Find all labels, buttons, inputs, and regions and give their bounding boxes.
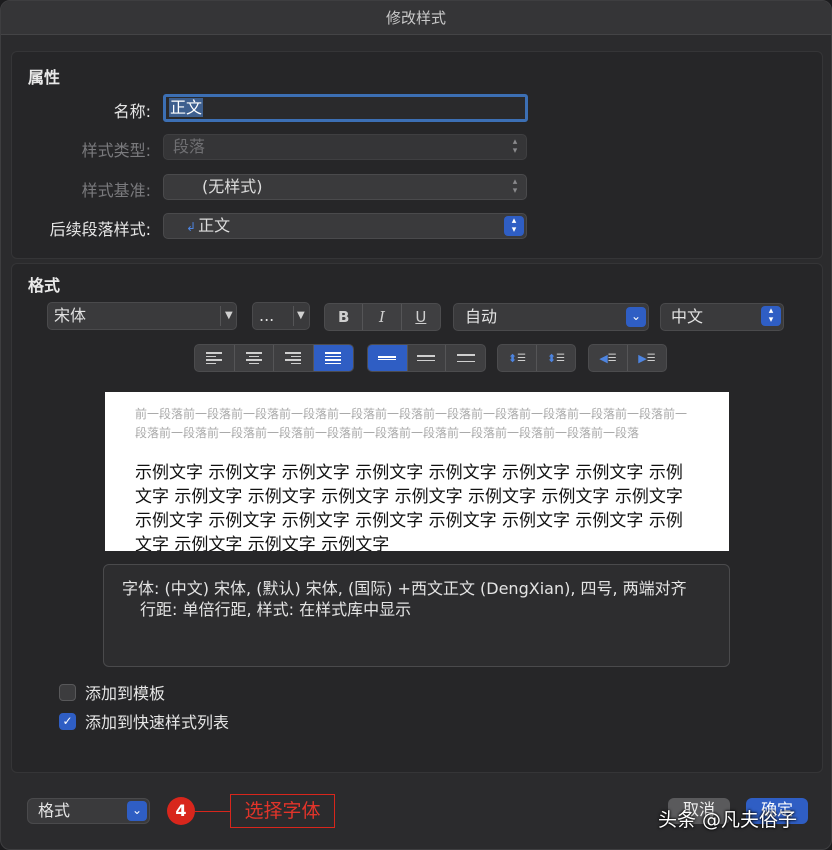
- dropdown-arrow-icon[interactable]: ▼: [297, 303, 305, 329]
- name-label: 名称:: [113, 102, 151, 121]
- bold-button[interactable]: B: [325, 304, 364, 330]
- one-half-spacing-icon: [417, 355, 436, 361]
- font-color-value: 自动: [465, 307, 498, 326]
- description-line-1: 字体: (中文) 宋体, (默认) 宋体, (国际) +西文正文 (DengXi…: [122, 579, 687, 598]
- add-to-quick-styles-label: 添加到快速样式列表: [85, 713, 230, 732]
- increase-paragraph-spacing-button[interactable]: ⬍ ☰: [498, 345, 537, 371]
- annotation-label: 选择字体: [230, 794, 335, 828]
- paragraph-spacing-buttons: ⬍ ☰ ⬍ ☰: [497, 344, 576, 372]
- font-color-select[interactable]: 自动 ⌄: [453, 303, 649, 331]
- outdent-icon: ◀: [599, 351, 608, 365]
- add-to-quick-styles-checkbox[interactable]: ✓ 添加到快速样式列表: [59, 709, 229, 733]
- updown-chevron-icon: ▴ ▾: [512, 177, 518, 196]
- chevron-down-icon: ⌄: [127, 801, 147, 821]
- dropdown-arrow-icon[interactable]: ▼: [225, 303, 233, 329]
- next-style-select[interactable]: ↲ 正文 ▴ ▾: [163, 213, 527, 239]
- next-style-label: 后续段落样式:: [49, 220, 151, 239]
- indent-icon: ▶: [638, 351, 647, 365]
- format-section-title: 格式: [28, 276, 61, 295]
- name-input[interactable]: 正文: [163, 94, 528, 122]
- divider: [220, 306, 221, 326]
- single-spacing-button[interactable]: [368, 345, 408, 371]
- preview-sample-text: 示例文字 示例文字 示例文字 示例文字 示例文字 示例文字 示例文字 示例文字 …: [135, 463, 683, 551]
- style-type-label: 样式类型:: [81, 141, 151, 160]
- increase-indent-button[interactable]: ▶ ☰: [628, 345, 666, 371]
- style-type-value: 段落: [173, 137, 206, 156]
- script-select[interactable]: 中文 ▴ ▾: [660, 303, 784, 331]
- font-name-value: 宋体: [54, 306, 87, 325]
- modify-style-dialog: 修改样式 属性 名称: 正文 样式类型: 段落 ▴ ▾ 样式基准: (无样式) ▴…: [0, 0, 832, 850]
- properties-section-title: 属性: [28, 68, 61, 87]
- description-line-2: 行距: 单倍行距, 样式: 在样式库中显示: [140, 600, 412, 619]
- font-style-buttons: B I U: [324, 303, 441, 331]
- checkbox-box[interactable]: [59, 683, 76, 701]
- chevron-down-icon: ⌄: [626, 307, 646, 327]
- add-to-template-label: 添加到模板: [85, 684, 166, 703]
- updown-chevron-icon: ▴ ▾: [512, 137, 518, 156]
- name-input-value: 正文: [169, 98, 204, 117]
- paragraph-style-icon: ↲: [186, 220, 197, 234]
- align-justify-button[interactable]: [313, 345, 353, 371]
- updown-chevron-icon: ▴ ▾: [761, 306, 781, 326]
- underline-button[interactable]: U: [402, 304, 440, 330]
- next-style-value: 正文: [198, 216, 231, 235]
- align-left-button[interactable]: [195, 345, 235, 371]
- divider: [293, 306, 294, 326]
- align-justify-icon: [325, 352, 342, 364]
- line-spacing-buttons: [367, 344, 486, 372]
- annotation-step-badge: 4: [167, 797, 195, 825]
- align-center-icon: [245, 352, 262, 364]
- alignment-buttons: [194, 344, 354, 372]
- format-menu-button[interactable]: 格式 ⌄: [27, 798, 150, 824]
- italic-button[interactable]: I: [363, 304, 402, 330]
- double-spacing-icon: [456, 354, 475, 362]
- one-half-spacing-button[interactable]: [408, 345, 447, 371]
- script-value: 中文: [671, 307, 704, 326]
- decrease-spacing-icon: ⬍: [546, 351, 557, 365]
- indent-buttons: ◀ ☰ ▶ ☰: [588, 344, 667, 372]
- style-description: 字体: (中文) 宋体, (默认) 宋体, (国际) +西文正文 (DengXi…: [103, 564, 730, 667]
- watermark-text: 头条 @凡夫俗子: [658, 809, 798, 831]
- font-size-combo[interactable]: ... ▼: [252, 302, 310, 330]
- based-on-label: 样式基准:: [81, 181, 151, 200]
- add-to-template-checkbox[interactable]: 添加到模板: [59, 680, 165, 704]
- align-center-button[interactable]: [235, 345, 274, 371]
- single-spacing-icon: [378, 356, 397, 360]
- decrease-indent-button[interactable]: ◀ ☰: [589, 345, 628, 371]
- based-on-value: (无样式): [202, 177, 263, 196]
- align-right-button[interactable]: [274, 345, 314, 371]
- format-menu-label: 格式: [38, 801, 71, 820]
- updown-chevron-icon: ▴ ▾: [504, 216, 524, 236]
- based-on-select[interactable]: (无样式) ▴ ▾: [163, 174, 527, 200]
- dialog-title: 修改样式: [1, 1, 831, 35]
- font-name-combo[interactable]: 宋体 ▼: [47, 302, 237, 330]
- align-left-icon: [206, 352, 223, 364]
- increase-spacing-icon: ⬍: [507, 351, 518, 365]
- decrease-paragraph-spacing-button[interactable]: ⬍ ☰: [537, 345, 575, 371]
- double-spacing-button[interactable]: [446, 345, 485, 371]
- preview-previous-paragraph: 前一段落前一段落前一段落前一段落前一段落前一段落前一段落前一段落前一段落前一段落…: [135, 407, 688, 440]
- annotation-connector: [195, 811, 231, 812]
- style-preview: 前一段落前一段落前一段落前一段落前一段落前一段落前一段落前一段落前一段落前一段落…: [105, 392, 729, 551]
- checkmark-icon[interactable]: ✓: [59, 712, 76, 730]
- style-type-select: 段落 ▴ ▾: [163, 134, 527, 160]
- align-right-icon: [285, 352, 302, 364]
- font-size-value: ...: [259, 306, 275, 325]
